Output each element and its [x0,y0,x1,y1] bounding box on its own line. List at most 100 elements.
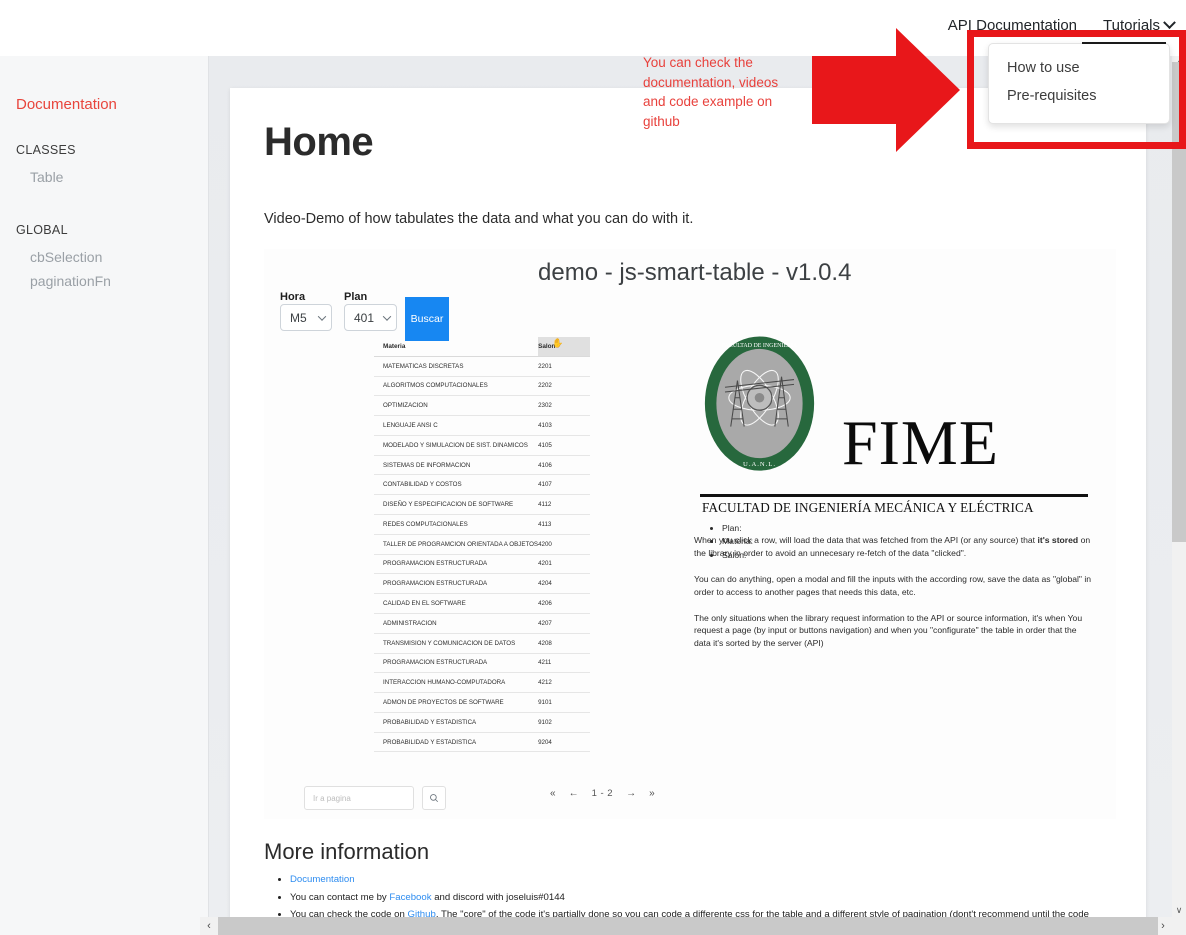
table-row[interactable]: SISTEMAS DE INFORMACION 4106 [374,455,590,476]
cell-materia: OPTIMIZACION [374,395,539,417]
fime-divider [700,494,1088,497]
pagination-controls: « ← 1 - 2 → » [550,788,655,799]
cell-materia: PROBABILIDAD Y ESTADISTICA [374,712,539,733]
cell-materia: TRANSMISION Y COMUNICACION DE DATOS [374,633,539,654]
sidebar-brand[interactable]: Documentation [16,96,208,113]
app-root: API Documentation Tutorials Documentatio… [0,0,1186,935]
scroll-left-arrow-icon[interactable]: ‹ [200,917,218,935]
demo-data-table[interactable]: Materia Salon ✋ MATEMATICAS DISCRETAS 220… [374,337,590,753]
fime-subtitle: FACULTAD DE INGENIERÍA MECÁNICA Y ELÉCTR… [702,500,1034,515]
plan-select[interactable]: 401 [344,304,397,331]
table-row[interactable]: MATEMATICAS DISCRETAS 2201 [374,356,590,377]
column-header-materia[interactable]: Materia [374,337,539,357]
table-row[interactable]: CONTABILIDAD Y COSTOS 4107 [374,474,590,496]
chevron-down-icon [1163,16,1176,30]
cell-materia: MODELADO Y SIMULACION DE SIST. DINAMICOS [374,435,539,456]
next-page-button[interactable]: → [626,788,636,799]
column-header-salon[interactable]: Salon ✋ [538,337,590,357]
table-row[interactable]: OPTIMIZACION 2302 [374,395,590,417]
cell-salon: 4200 [538,534,590,555]
sidebar-item-paginationfn[interactable]: paginationFn [16,269,208,293]
demo-paragraph-emphasis: it's stored [1037,535,1079,545]
table-row[interactable]: ADMON DE PROYECTOS DE SOFTWARE 9101 [374,692,590,713]
table-row[interactable]: TRANSMISION Y COMUNICACION DE DATOS 4208 [374,633,590,654]
plan-label: Plan [344,291,368,303]
page-body: Documentation CLASSES Table GLOBAL cbSel… [0,56,1186,935]
search-glyph [430,794,439,803]
cell-salon: 4207 [538,613,590,634]
sidebar-item-cbselection[interactable]: cbSelection [16,245,208,269]
cell-salon: 4201 [538,554,590,575]
cell-materia: TALLER DE PROGRAMCION ORIENTADA A OBJETO… [374,534,539,555]
cell-salon: 4103 [538,415,590,436]
cell-materia: MATEMATICAS DISCRETAS [374,356,539,377]
hora-label: Hora [280,291,306,303]
cell-salon: 2201 [538,356,590,377]
page-count-label: 1 - 2 [591,788,614,799]
cell-materia: ADMON DE PROYECTOS DE SOFTWARE [374,692,539,713]
sidebar: Documentation CLASSES Table GLOBAL cbSel… [0,56,209,935]
horizontal-scrollbar-thumb[interactable] [218,917,1158,935]
table-row[interactable]: TALLER DE PROGRAMCION ORIENTADA A OBJETO… [374,534,590,555]
last-page-button[interactable]: » [649,788,655,799]
prev-page-button[interactable]: ← [569,788,579,799]
cell-salon: 4212 [538,672,590,694]
sidebar-item-table[interactable]: Table [16,165,208,189]
table-row[interactable]: PROGRAMACION ESTRUCTURADA 4204 [374,573,590,595]
cell-materia: LENGUAJE ANSI C [374,415,539,436]
scroll-down-arrow-icon[interactable]: ∨ [1172,903,1186,917]
svg-text:FACULTAD DE INGENIERIA: FACULTAD DE INGENIERIA [722,343,798,349]
hora-select[interactable]: M5 [280,304,332,331]
list-item: Documentation [290,871,1112,889]
table-row[interactable]: INTERACCION HUMANO-COMPUTADORA 4212 [374,672,590,694]
cell-materia: PROBABILIDAD Y ESTADISTICA [374,732,539,753]
demo-paragraph: When you click a row, will load the data… [694,535,1091,558]
buscar-button[interactable]: Buscar [405,297,449,341]
cell-salon: 4113 [538,514,590,535]
hora-select-value: M5 [290,310,307,325]
mouse-cursor-icon: ✋ [552,338,564,348]
cell-salon: 4211 [538,653,590,674]
cell-salon: 4106 [538,455,590,476]
list-item: You can contact me by Facebook and disco… [290,889,1112,907]
demo-title: demo - js-smart-table - v1.0.4 [538,259,852,286]
table-row[interactable]: LENGUAJE ANSI C 4103 [374,415,590,436]
table-row[interactable]: ALGORITMOS COMPUTACIONALES 2202 [374,376,590,397]
first-page-button[interactable]: « [550,788,556,799]
table-row[interactable]: PROBABILIDAD Y ESTADISTICA 9102 [374,712,590,733]
fime-wordmark: FIME [842,407,999,478]
annotation-arrow-icon [812,28,960,152]
cell-salon: 2302 [538,395,590,417]
table-row[interactable]: DISEÑO Y ESPECIFICACION DE SOFTWARE 4112 [374,494,590,516]
table-row[interactable]: PROGRAMACION ESTRUCTURADA 4201 [374,554,590,575]
content-area: Home Video-Demo of how tabulates the dat… [209,56,1186,935]
goto-page-input[interactable]: Ir a pagina [304,786,414,810]
demo-paragraph: You can do anything, open a modal and fi… [694,573,1092,597]
table-row[interactable]: CALIDAD EN EL SOFTWARE 4206 [374,593,590,614]
table-row[interactable]: ADMINISTRACION 4207 [374,613,590,634]
more-info-link[interactable]: Facebook [389,892,431,903]
more-information-title: More information [264,839,430,864]
cell-materia: ALGORITMOS COMPUTACIONALES [374,376,539,397]
table-row[interactable]: PROBABILIDAD Y ESTADISTICA 9204 [374,732,590,753]
plan-select-value: 401 [354,310,375,325]
annotation-text: You can check the documentation, videos … [643,55,779,129]
horizontal-scrollbar[interactable]: ‹ › [200,917,1172,935]
search-icon[interactable] [422,786,446,810]
table-row[interactable]: PROGRAMACION ESTRUCTURADA 4211 [374,653,590,674]
table-row[interactable]: REDES COMPUTACIONALES 4113 [374,514,590,535]
cell-materia: REDES COMPUTACIONALES [374,514,539,535]
table-row[interactable]: MODELADO Y SIMULACION DE SIST. DINAMICOS… [374,435,590,456]
more-info-link[interactable]: Documentation [290,874,355,885]
vertical-scrollbar[interactable]: ∧ ∨ [1172,56,1186,917]
table-header-row: Materia Salon ✋ [374,337,590,357]
cell-materia: CALIDAD EN EL SOFTWARE [374,593,539,614]
cell-materia: CONTABILIDAD Y COSTOS [374,474,539,496]
demo-paragraph: The only situations when the library req… [694,612,1083,649]
cell-salon: 4208 [538,633,590,654]
cell-salon: 4105 [538,435,590,456]
cell-salon: 4204 [538,573,590,595]
scroll-right-arrow-icon[interactable]: › [1154,917,1172,935]
lead-paragraph: Video-Demo of how tabulates the data and… [264,211,694,227]
